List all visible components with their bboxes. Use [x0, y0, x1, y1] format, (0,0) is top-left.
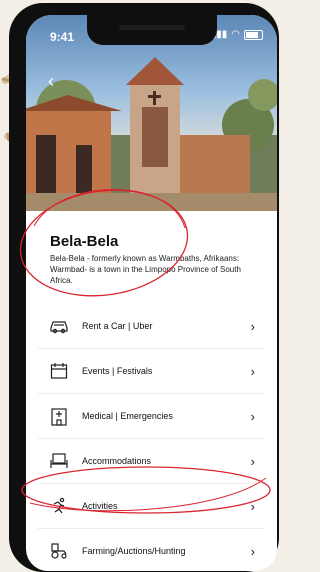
phone-frame: 9:41 ▮▮▮ ◠ ‹ Bela-Bela Bela-Bela - forme… [9, 3, 279, 572]
app-screen: 9:41 ▮▮▮ ◠ ‹ Bela-Bela Bela-Bela - forme… [26, 15, 277, 571]
running-person-icon [48, 496, 70, 516]
location-description: Bela-Bela - formerly known as Warmbaths,… [50, 254, 241, 285]
menu-item-label: Rent a Car | Uber [82, 321, 153, 331]
chevron-right-icon: › [250, 408, 255, 424]
chevron-right-icon: › [250, 363, 255, 379]
menu-item-farming[interactable]: Farming/Auctions/Hunting › [38, 528, 265, 571]
chevron-right-icon: › [250, 543, 255, 559]
chevron-right-icon: › [250, 453, 255, 469]
location-title: Bela-Bela [50, 233, 119, 250]
tractor-icon [48, 541, 70, 561]
calendar-icon [48, 361, 70, 381]
menu-item-label: Farming/Auctions/Hunting [82, 546, 186, 556]
bed-icon [48, 451, 70, 471]
menu-item-label: Activities [82, 501, 118, 511]
chevron-right-icon: › [250, 498, 255, 514]
menu-item-medical[interactable]: Medical | Emergencies › [38, 393, 265, 438]
category-menu: Rent a Car | Uber › Events | Festivals ›… [38, 304, 265, 571]
phone-notch [87, 15, 217, 45]
menu-item-events[interactable]: Events | Festivals › [38, 348, 265, 393]
menu-item-activities[interactable]: Activities › [38, 483, 265, 528]
menu-item-label: Events | Festivals [82, 366, 153, 376]
status-icons: ▮▮▮ ◠ [211, 29, 263, 40]
menu-item-rent-a-car[interactable]: Rent a Car | Uber › [38, 304, 265, 348]
status-time: 9:41 [50, 30, 75, 44]
chevron-right-icon: › [250, 318, 255, 334]
menu-item-label: Medical | Emergencies [82, 411, 173, 421]
menu-item-label: Accommodations [82, 456, 152, 466]
back-arrow-icon[interactable]: ‹ [48, 71, 54, 92]
car-icon [48, 316, 70, 336]
wifi-icon: ◠ [231, 29, 240, 40]
battery-icon [244, 29, 263, 40]
hospital-icon [48, 406, 70, 426]
menu-item-accommodations[interactable]: Accommodations › [38, 438, 265, 483]
